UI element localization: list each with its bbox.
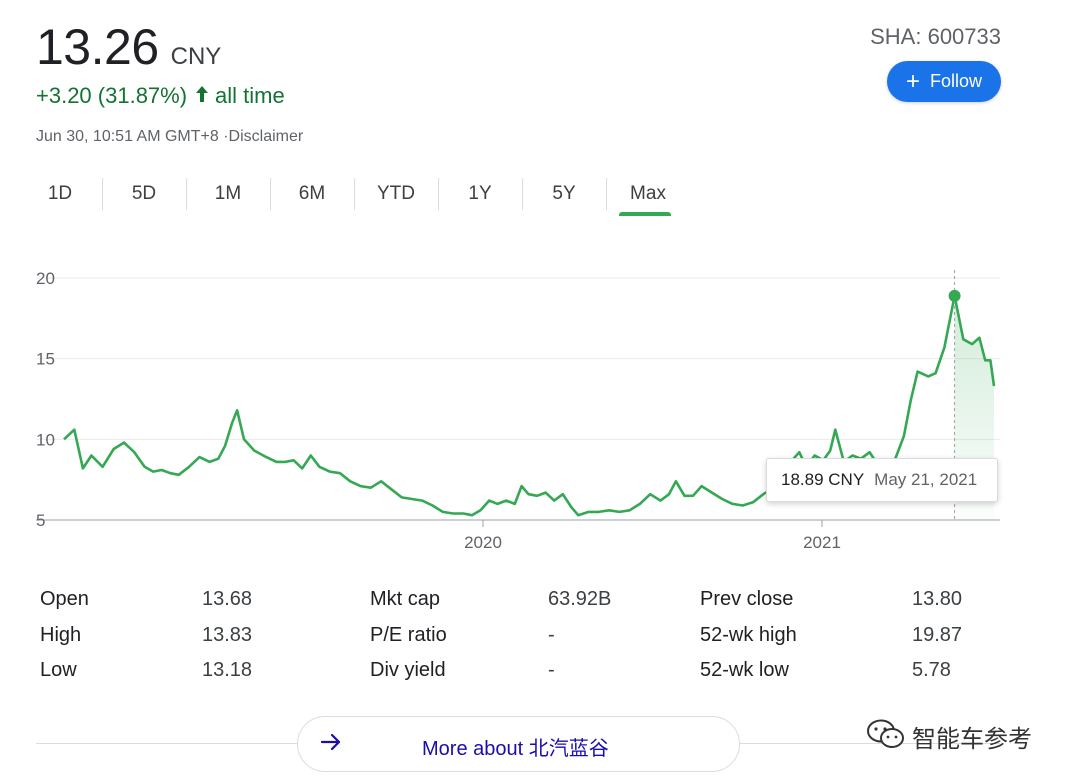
wechat-icon — [866, 718, 906, 755]
tab-5y[interactable]: 5Y — [522, 176, 606, 212]
price-chart[interactable]: 20 15 10 5 2020 2021 — [0, 250, 1080, 560]
more-about-button[interactable]: More about 北汽蓝谷 — [297, 716, 740, 772]
watermark-text: 智能车参考 — [912, 725, 1032, 753]
arrow-up-icon — [195, 83, 209, 109]
wk52-high-value: 19.87 — [912, 624, 963, 646]
current-price: 13.26 — [36, 19, 159, 75]
y-tick-label: 20 — [36, 269, 55, 288]
chart-tooltip: 18.89 CNY May 21, 2021 — [766, 458, 998, 502]
tab-1y[interactable]: 1Y — [438, 176, 522, 212]
mkt-cap-label: Mkt cap — [370, 588, 441, 610]
pe-ratio-label: P/E ratio — [370, 624, 447, 646]
y-tick-label: 10 — [36, 430, 55, 449]
open-label: Open — [40, 588, 89, 610]
x-tick-label: 2021 — [803, 533, 841, 552]
prev-close-value: 13.80 — [912, 588, 963, 610]
open-value: 13.68 — [202, 588, 253, 610]
y-axis: 20 15 10 5 — [36, 269, 55, 530]
tab-max[interactable]: Max — [606, 176, 690, 216]
wk52-high-label: 52-wk high — [700, 624, 797, 646]
div-yield-value: - — [548, 659, 555, 681]
y-tick-label: 15 — [36, 350, 55, 369]
tab-1d[interactable]: 1D — [18, 176, 102, 212]
ticker-symbol: SHA: 600733 — [870, 24, 1001, 49]
high-label: High — [40, 624, 82, 646]
change-value: +3.20 (31.87%) — [36, 83, 188, 108]
timestamp[interactable]: Jun 30, 10:51 AM GMT+8 ·Disclaimer — [36, 128, 303, 146]
y-tick-label: 5 — [36, 511, 45, 530]
wk52-low-value: 5.78 — [912, 659, 951, 681]
tooltip-date: May 21, 2021 — [874, 470, 978, 489]
tab-5d[interactable]: 5D — [102, 176, 186, 212]
tab-1m[interactable]: 1M — [186, 176, 270, 212]
mkt-cap-value: 63.92B — [548, 588, 612, 610]
low-value: 13.18 — [202, 659, 253, 681]
price-change: +3.20 (31.87%) all time — [36, 83, 285, 109]
tab-ytd[interactable]: YTD — [354, 176, 438, 212]
arrow-right-icon — [318, 729, 344, 761]
tab-6m[interactable]: 6M — [270, 176, 354, 212]
currency: CNY — [170, 43, 222, 70]
follow-button[interactable]: + Follow — [887, 61, 1001, 102]
price-header: 13.26 CNY — [36, 18, 221, 76]
plus-icon: + — [905, 67, 920, 95]
x-axis: 2020 2021 — [464, 520, 841, 552]
pe-ratio-value: - — [548, 624, 555, 646]
low-label: Low — [40, 659, 77, 681]
follow-label: Follow — [930, 71, 983, 91]
change-period: all time — [215, 83, 285, 108]
more-about-label: More about 北汽蓝谷 — [422, 738, 609, 760]
wk52-low-label: 52-wk low — [700, 659, 789, 681]
high-value: 13.83 — [202, 624, 253, 646]
x-tick-label: 2020 — [464, 533, 502, 552]
watermark: 智能车参考 — [866, 718, 1032, 755]
range-tabs: 1D 5D 1M 6M YTD 1Y 5Y Max — [18, 176, 690, 216]
prev-close-label: Prev close — [700, 588, 794, 610]
hover-point — [948, 289, 961, 302]
tooltip-value: 18.89 CNY — [781, 470, 865, 489]
div-yield-label: Div yield — [370, 659, 446, 681]
